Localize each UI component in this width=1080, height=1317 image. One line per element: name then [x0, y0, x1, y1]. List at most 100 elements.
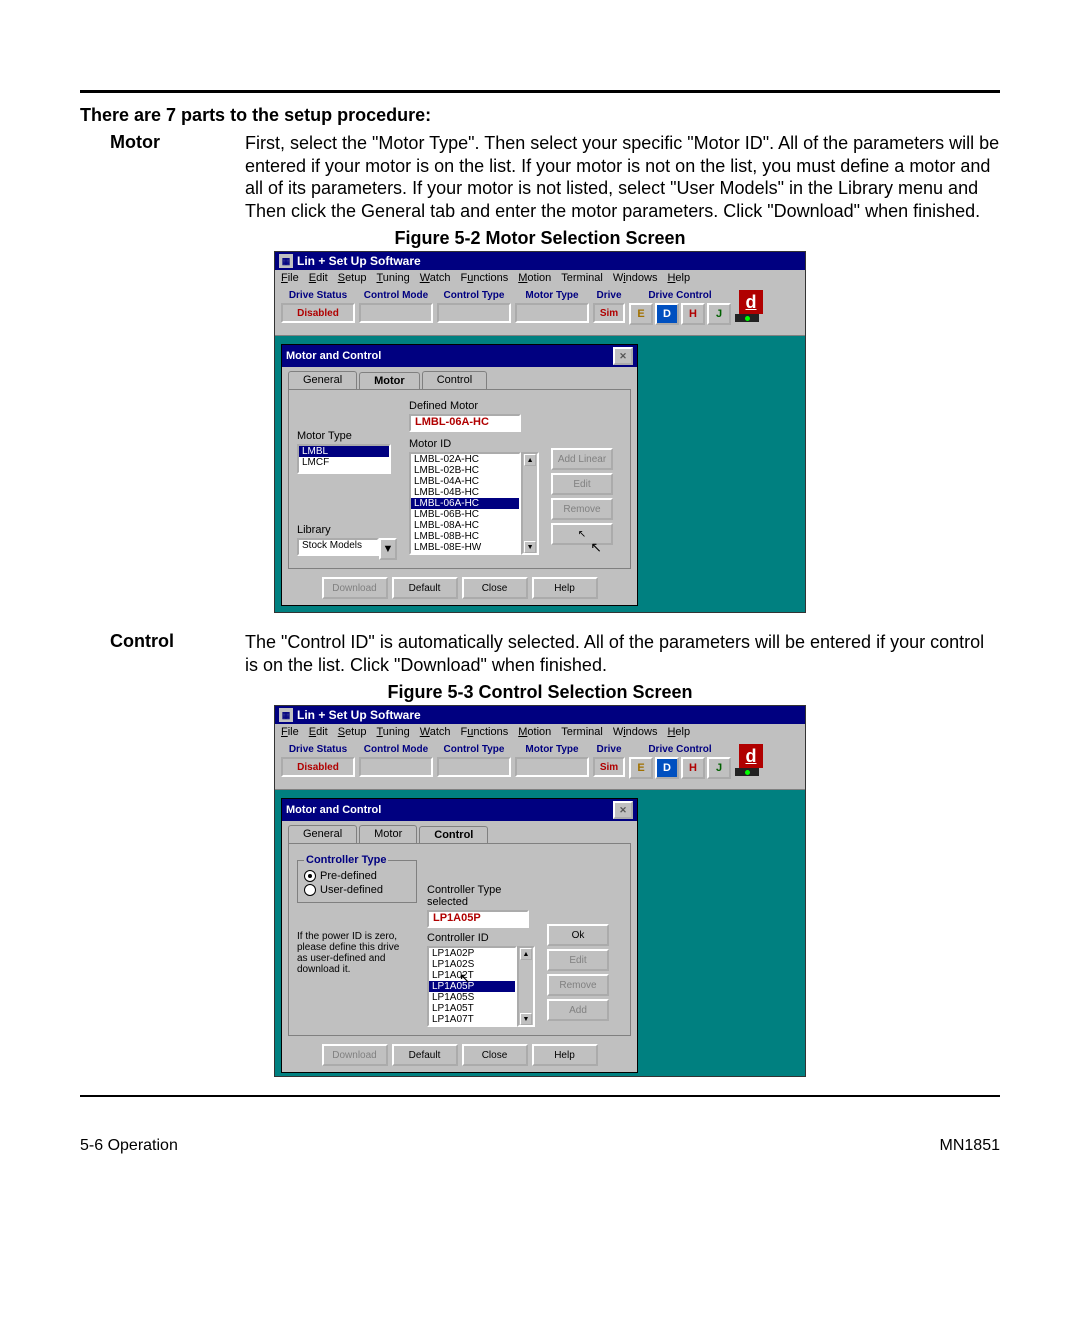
- menu-motion[interactable]: Motion: [518, 726, 551, 738]
- drive-control-e-button[interactable]: E: [629, 303, 653, 325]
- remove-button[interactable]: Remove: [551, 498, 613, 520]
- dropdown-arrow-icon[interactable]: ▼: [379, 538, 397, 560]
- motor-type-label: Motor Type: [515, 290, 589, 301]
- edit-button[interactable]: Edit: [547, 949, 609, 971]
- download-button[interactable]: Download: [322, 1044, 388, 1066]
- scroll-up-icon[interactable]: ▲: [520, 948, 532, 960]
- close-button[interactable]: Close: [462, 1044, 528, 1066]
- controller-id-opt[interactable]: LP1A05P: [429, 981, 515, 992]
- menu-edit[interactable]: Edit: [309, 726, 328, 738]
- default-button[interactable]: Default: [392, 577, 458, 599]
- cursor-button[interactable]: ↖: [551, 523, 613, 545]
- figure-5-2-caption: Figure 5-2 Motor Selection Screen: [80, 228, 1000, 249]
- motor-id-scrollbar[interactable]: ▲ ▼: [521, 452, 539, 555]
- control-section-text: The "Control ID" is automatically select…: [245, 631, 1000, 676]
- motor-section-label: Motor: [80, 132, 245, 153]
- menu-terminal[interactable]: Terminal: [561, 726, 603, 738]
- menu-functions[interactable]: Functions: [461, 726, 509, 738]
- control-type-label: Control Type: [437, 744, 511, 755]
- motor-id-opt[interactable]: LMBL-08A-HC: [411, 520, 519, 531]
- tab-control[interactable]: Control: [422, 371, 487, 389]
- scroll-up-icon[interactable]: ▲: [524, 454, 536, 466]
- motor-type-opt-lmcf[interactable]: LMCF: [299, 457, 389, 468]
- menu-help[interactable]: Help: [667, 726, 690, 738]
- add-button[interactable]: Add: [547, 999, 609, 1021]
- download-button[interactable]: Download: [322, 577, 388, 599]
- library-dropdown[interactable]: Stock Models ▼: [297, 538, 397, 560]
- menu-tuning[interactable]: Tuning: [376, 272, 409, 284]
- drive-control-j-button[interactable]: J: [707, 757, 731, 779]
- menu-help[interactable]: Help: [667, 272, 690, 284]
- defined-motor-label: Defined Motor: [409, 400, 539, 412]
- menu-file[interactable]: File: [281, 272, 299, 284]
- control-mode-value: [359, 757, 433, 777]
- menu-file[interactable]: File: [281, 726, 299, 738]
- controller-type-group-label: Controller Type: [304, 854, 388, 866]
- controller-id-scrollbar[interactable]: ▲ ▼: [517, 946, 535, 1027]
- motor-id-opt[interactable]: LMBL-08E-HW: [411, 542, 519, 553]
- motor-id-opt[interactable]: LMBL-02B-HC: [411, 465, 519, 476]
- tab-motor[interactable]: Motor: [359, 825, 417, 843]
- drive-control-d-button[interactable]: D: [655, 757, 679, 779]
- close-button[interactable]: Close: [462, 577, 528, 599]
- add-linear-button[interactable]: Add Linear: [551, 448, 613, 470]
- menu-watch[interactable]: Watch: [420, 272, 451, 284]
- motor-id-opt[interactable]: LMBL-04B-HC: [411, 487, 519, 498]
- motor-id-opt[interactable]: LMBL-08B-HC: [411, 531, 519, 542]
- controller-id-opt[interactable]: LP1A07T: [429, 1014, 515, 1025]
- drive-control-label: Drive Control: [629, 290, 731, 301]
- drive-control-j-button[interactable]: J: [707, 303, 731, 325]
- menu-functions[interactable]: Functions: [461, 272, 509, 284]
- ok-button[interactable]: Ok: [547, 924, 609, 946]
- menu-tuning[interactable]: Tuning: [376, 726, 409, 738]
- default-button[interactable]: Default: [392, 1044, 458, 1066]
- drive-control-d-button[interactable]: D: [655, 303, 679, 325]
- tab-motor[interactable]: Motor: [359, 372, 420, 390]
- drive-control-h-button[interactable]: H: [681, 303, 705, 325]
- control-type-label: Control Type: [437, 290, 511, 301]
- motor-type-listbox[interactable]: LMBL LMCF: [297, 444, 391, 474]
- motor-type-field-label: Motor Type: [297, 430, 397, 442]
- menu-setup[interactable]: Setup: [338, 726, 367, 738]
- controller-id-listbox[interactable]: LP1A02P LP1A02S LP1A02T LP1A05P LP1A05S …: [427, 946, 517, 1027]
- dialog-close-button[interactable]: ✕: [613, 801, 633, 819]
- edit-button[interactable]: Edit: [551, 473, 613, 495]
- help-button[interactable]: Help: [532, 1044, 598, 1066]
- dialog-close-button[interactable]: ✕: [613, 347, 633, 365]
- controller-id-opt[interactable]: LP1A05S: [429, 992, 515, 1003]
- motor-id-opt[interactable]: LMBL-06A-HC: [411, 498, 519, 509]
- controller-id-opt[interactable]: LP1A02S: [429, 959, 515, 970]
- motor-type-opt-lmbl[interactable]: LMBL: [299, 446, 389, 457]
- motor-id-opt[interactable]: LMBL-02A-HC: [411, 454, 519, 465]
- controller-id-opt[interactable]: LP1A05T: [429, 1003, 515, 1014]
- radio-predefined[interactable]: Pre-defined: [304, 870, 410, 882]
- radio-userdefined[interactable]: User-defined: [304, 884, 410, 896]
- help-button[interactable]: Help: [532, 577, 598, 599]
- motor-id-opt[interactable]: LMBL-04A-HC: [411, 476, 519, 487]
- controller-id-opt[interactable]: LP1A02P: [429, 948, 515, 959]
- tab-general[interactable]: General: [288, 371, 357, 389]
- library-value: Stock Models: [297, 538, 379, 556]
- menu-windows[interactable]: Windows: [613, 726, 658, 738]
- tab-control[interactable]: Control: [419, 826, 488, 844]
- dialog-title: Motor and Control: [286, 804, 381, 816]
- defined-motor-value: LMBL-06A-HC: [409, 414, 521, 432]
- motor-id-listbox[interactable]: LMBL-02A-HC LMBL-02B-HC LMBL-04A-HC LMBL…: [409, 452, 521, 555]
- remove-button[interactable]: Remove: [547, 974, 609, 996]
- menu-motion[interactable]: Motion: [518, 272, 551, 284]
- scroll-down-icon[interactable]: ▼: [524, 541, 536, 553]
- menu-setup[interactable]: Setup: [338, 272, 367, 284]
- drive-control-e-button[interactable]: E: [629, 757, 653, 779]
- menu-edit[interactable]: Edit: [309, 272, 328, 284]
- tab-general[interactable]: General: [288, 825, 357, 843]
- motor-id-opt[interactable]: LMBL-06B-HC: [411, 509, 519, 520]
- controller-id-opt[interactable]: LP1A02T: [429, 970, 515, 981]
- control-mode-label: Control Mode: [359, 744, 433, 755]
- drive-control-label: Drive Control: [629, 744, 731, 755]
- brand-logo: d: [739, 290, 763, 314]
- menu-windows[interactable]: Windows: [613, 272, 658, 284]
- menu-watch[interactable]: Watch: [420, 726, 451, 738]
- menu-terminal[interactable]: Terminal: [561, 272, 603, 284]
- drive-control-h-button[interactable]: H: [681, 757, 705, 779]
- scroll-down-icon[interactable]: ▼: [520, 1013, 532, 1025]
